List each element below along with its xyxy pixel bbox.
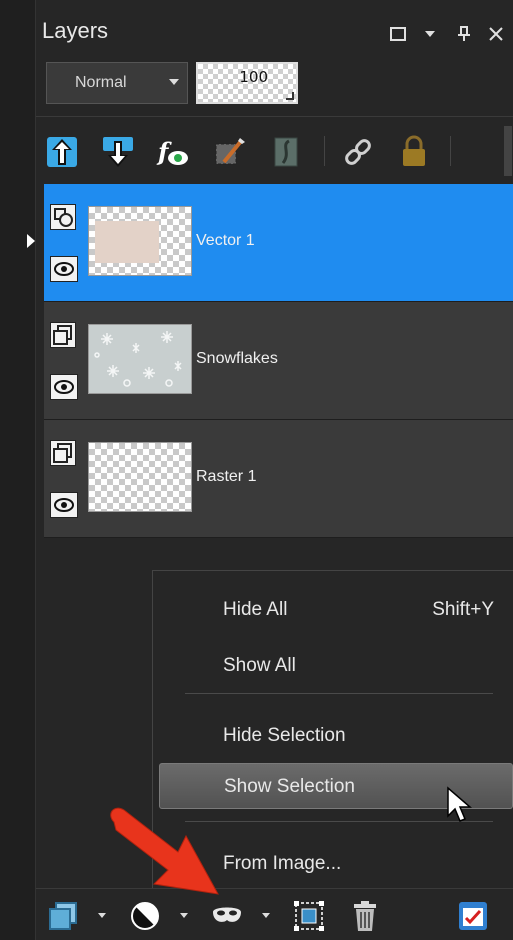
- layer-name: Snowflakes: [196, 350, 278, 367]
- toolbar-separator: [450, 136, 451, 166]
- layers-list: Vector 1 Snowflakes Raster 1: [44, 184, 513, 538]
- link-icon: [345, 139, 371, 165]
- chevron-down-icon: [425, 31, 435, 37]
- layer-name: Vector 1: [196, 232, 255, 249]
- visibility-toggle[interactable]: [50, 492, 78, 518]
- layers-toolbar: f: [36, 120, 513, 182]
- mouse-cursor-icon: [447, 786, 472, 822]
- chevron-down-icon[interactable]: [98, 913, 106, 918]
- current-layer-pointer-icon: [27, 234, 35, 248]
- layer-thumbnail: [88, 442, 192, 512]
- menu-item-label: Hide All: [223, 599, 288, 620]
- raster-layer-type-icon: [50, 440, 76, 466]
- visibility-toggle[interactable]: [50, 374, 78, 400]
- layer-row-snowflakes[interactable]: Snowflakes: [44, 302, 513, 420]
- toolbar-overflow[interactable]: [504, 126, 512, 176]
- link-button[interactable]: [340, 134, 376, 170]
- opacity-value: 100: [239, 68, 268, 86]
- menu-item-label: Show Selection: [224, 776, 355, 797]
- blend-mode-value: Normal: [75, 74, 127, 91]
- edit-style-button[interactable]: [212, 134, 248, 170]
- group-layer-icon: [294, 901, 324, 931]
- maximize-icon: [390, 27, 406, 41]
- adjustment-layer-button[interactable]: [128, 899, 162, 933]
- eye-icon: [54, 498, 74, 512]
- menu-item-shortcut: Shift+Y: [432, 599, 494, 620]
- visibility-toggle[interactable]: [50, 256, 78, 282]
- menu-separator: [185, 693, 493, 694]
- maximize-button[interactable]: [388, 24, 408, 44]
- lock-icon: [403, 135, 425, 166]
- adjustment-layer-icon: [131, 902, 159, 930]
- layer-properties-button[interactable]: [456, 899, 490, 933]
- layer-thumbnail: [88, 206, 192, 276]
- new-layer-icon: [49, 902, 77, 930]
- edit-style-icon: [215, 138, 245, 165]
- layer-effects-icon: f: [156, 137, 188, 166]
- divider: [36, 116, 513, 117]
- menu-item-label: From Image...: [223, 853, 342, 874]
- red-annotation-arrow-icon: [110, 807, 219, 895]
- eye-icon: [54, 262, 74, 276]
- opacity-field[interactable]: 100: [196, 62, 298, 104]
- blend-opacity-row: Normal 100: [44, 62, 513, 108]
- close-button[interactable]: [486, 24, 506, 44]
- menu-item-label: Hide Selection: [223, 725, 346, 746]
- chevron-down-icon[interactable]: [262, 913, 270, 918]
- menu-item-hide-all[interactable]: Hide All Shift+Y: [153, 587, 513, 633]
- panel-title: Layers: [42, 18, 109, 43]
- layer-effects-button[interactable]: f: [154, 134, 190, 170]
- chevron-down-icon: [169, 79, 179, 85]
- layer-mask-icon: [274, 137, 298, 167]
- menu-item-hide-selection[interactable]: Hide Selection: [153, 713, 513, 759]
- layer-properties-icon: [459, 902, 487, 930]
- close-icon: [489, 27, 503, 41]
- menu-item-label: Show All: [223, 655, 296, 676]
- panel-titlebar: Layers: [36, 0, 513, 60]
- mask-icon: [213, 907, 241, 922]
- raster-layer-type-icon: [50, 322, 76, 348]
- layer-name: Raster 1: [196, 468, 257, 485]
- eye-icon: [54, 380, 74, 394]
- lock-button[interactable]: [396, 134, 432, 170]
- left-dock-strip: [0, 0, 36, 940]
- pin-icon: [458, 26, 470, 41]
- mask-button[interactable]: [210, 899, 244, 933]
- chevron-down-icon[interactable]: [180, 913, 188, 918]
- move-layer-up-icon: [47, 137, 77, 167]
- pin-button[interactable]: [454, 24, 474, 44]
- group-layer-button[interactable]: [292, 899, 326, 933]
- blend-mode-select[interactable]: Normal: [46, 62, 188, 104]
- layer-mask-button[interactable]: [268, 134, 304, 170]
- layers-panel: Layers Normal 100 f Vector 1 Snowflakes …: [0, 0, 513, 940]
- trash-icon: [354, 901, 376, 931]
- snowflake-pattern-icon: [94, 331, 182, 387]
- resize-corner-icon: [286, 92, 294, 100]
- move-layer-up-button[interactable]: [44, 134, 80, 170]
- toolbar-separator: [324, 136, 325, 166]
- new-layer-button[interactable]: [46, 899, 80, 933]
- delete-layer-button[interactable]: [348, 899, 382, 933]
- move-layer-down-button[interactable]: [100, 134, 136, 170]
- menu-item-show-all[interactable]: Show All: [153, 643, 513, 689]
- layer-thumbnail: [88, 324, 192, 394]
- vector-layer-type-icon: [50, 204, 76, 230]
- layer-row-vector-1[interactable]: Vector 1: [44, 184, 513, 302]
- panel-menu-button[interactable]: [420, 24, 440, 44]
- layer-row-raster-1[interactable]: Raster 1: [44, 420, 513, 538]
- move-layer-down-icon: [103, 137, 133, 167]
